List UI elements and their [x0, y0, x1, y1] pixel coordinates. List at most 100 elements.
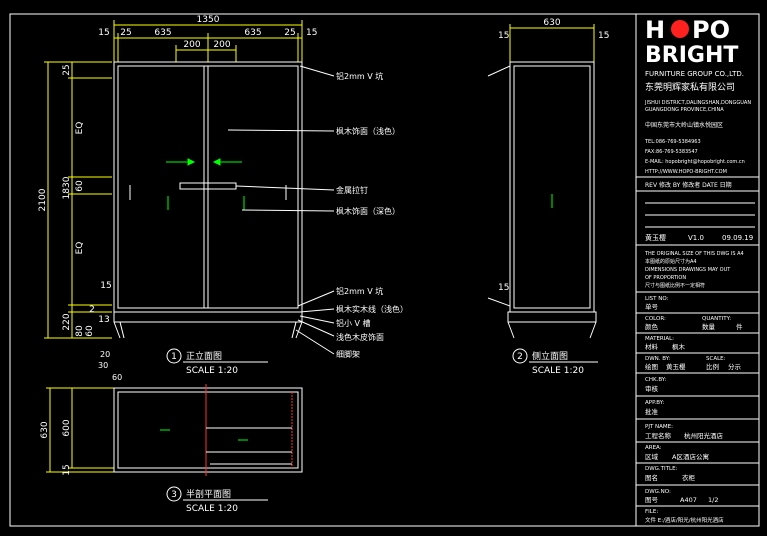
scale-label: SCALE: — [706, 356, 726, 362]
dim-60-vertical: 60 — [75, 180, 85, 192]
company-name-cn: 东莞明辉家私有限公司 — [645, 81, 735, 93]
callout-maple-dark: 枫木饰面（深色） — [336, 206, 400, 216]
company-tel: TEL:086-769-5384963 — [644, 139, 701, 145]
dim-80-vertical: 80 — [75, 325, 85, 337]
dim-25-left: 25 — [120, 28, 131, 38]
callout-solid-trim: 枫木实木线（浅色） — [336, 304, 408, 314]
side-dim-15-bottom: 15 — [498, 283, 509, 293]
color-label: COLOR: — [645, 316, 666, 322]
address-cn: 中国东莞市大岭山镇水悦园区 — [645, 121, 723, 129]
checked-by-label: CHK.BY: — [645, 377, 666, 383]
drawing-title-label: DWG.TITLE: — [645, 466, 678, 472]
original-size-4: OF PROPORTION — [645, 275, 686, 281]
callout-maple-light: 枫木饰面（浅色） — [336, 126, 400, 136]
view-number-3: 3 — [171, 490, 177, 500]
side-dim-15-left: 15 — [498, 31, 509, 41]
side-view-scale: SCALE 1:20 — [532, 366, 584, 376]
scale-value: 分示 — [728, 362, 742, 371]
revision-date: 09.09.19 — [722, 234, 753, 242]
revision-person: 黄玉樱 — [645, 233, 666, 242]
callout-veneer: 浅色木皮饰面 — [336, 332, 384, 342]
logo-text-h: H — [645, 16, 665, 44]
quantity-label: QUANTITY: — [702, 316, 731, 322]
drawing-no-cn: 图号 — [645, 496, 659, 504]
material-cn: 材料 — [645, 342, 659, 351]
dim-60b-vertical: 60 — [85, 325, 95, 337]
address-en-1: JISHUI DISTRICT,DALINGSHAN,DONGGUAN — [644, 100, 751, 106]
original-size-5: 尺寸与图纸比例不一定相符 — [645, 282, 705, 289]
callout-leg: 细脚架 — [336, 349, 360, 359]
dim-eq-upper: EQ — [75, 122, 85, 135]
side-dim-15-right: 15 — [598, 31, 609, 41]
drawing-no-label: DWG.NO: — [645, 489, 671, 495]
drawn-by-label: DWN. BY: — [645, 356, 670, 362]
callout-v-groove-top: 铝2mm V 坑 — [336, 71, 383, 81]
dim-eq-lower: EQ — [75, 242, 85, 255]
company-logo: H PO BRIGHT — [645, 16, 738, 68]
revision-version: V1.0 — [688, 234, 704, 242]
company-website: HTTP://WWW.HOPO-BRIGHT.COM — [645, 169, 727, 175]
dim-2-vertical: 2 — [89, 305, 95, 315]
dim-200-right: 200 — [213, 40, 230, 50]
project-cn: 工程名称 — [645, 431, 672, 440]
checked-by-cn: 审核 — [645, 384, 659, 393]
dim-15-right: 15 — [306, 28, 317, 38]
file-label: FILE: — [645, 509, 658, 515]
dim-13-vertical: 13 — [98, 315, 109, 325]
side-view-name: 侧立面图 — [532, 350, 568, 362]
dim-1830: 1830 — [62, 176, 72, 199]
dim-635-left: 635 — [154, 28, 171, 38]
drawn-by-cn: 绘图 — [645, 362, 658, 371]
callout-v-groove-bottom: 铝2mm V 坑 — [336, 286, 383, 296]
plan-dim-630-label: 630 — [40, 421, 50, 438]
company-group: FURNITURE GROUP CO.,LTD. — [645, 70, 744, 78]
file-value: 文件 E:/酒店/阳光/杭州阳光酒店 — [645, 516, 724, 524]
callout-small-v: 铝小 V 槽 — [336, 318, 371, 328]
scale-cn: 比例 — [706, 362, 719, 371]
logo-dot — [671, 20, 689, 38]
area-label: AREA: — [645, 445, 662, 451]
plan-dim-15-label: 15 — [62, 464, 72, 475]
plan-view-scale: SCALE 1:20 — [186, 504, 238, 514]
front-view-name: 正立面图 — [186, 350, 222, 362]
dim-25-vertical: 25 — [62, 64, 72, 75]
area-cn: 区域 — [645, 452, 659, 461]
company-fax: FAX:86-769-5383547 — [645, 149, 698, 155]
revision-header: REV 修改 BY 修改者 DATE 日期 — [645, 181, 732, 189]
approved-by-label: APP.BY: — [645, 400, 664, 406]
list-no-cn: 单号 — [645, 302, 659, 311]
quantity-unit: 件 — [736, 322, 743, 331]
drawing-title-cn: 图名 — [645, 473, 658, 482]
company-email: E-MAIL: hopobright@hopobright.com.cn — [645, 159, 745, 165]
original-size-1: THE ORIGINAL SIZE OF THIS DWG IS A4 — [644, 251, 744, 257]
color-cn: 颜色 — [645, 322, 659, 331]
dim-220-vertical: 220 — [62, 313, 72, 330]
callout-metal-pull: 金属拉钉 — [336, 185, 368, 195]
dim-200-left: 200 — [183, 40, 200, 50]
area-value: A区酒店公寓 — [672, 452, 709, 461]
project-label: PJT NAME: — [645, 424, 673, 430]
quantity-cn: 数量 — [702, 322, 716, 331]
side-dim-630: 630 — [543, 18, 560, 28]
address-en-2: GUANGDONG PROVINCE,CHINA — [645, 107, 724, 113]
cad-drawing-sheet: 1350 15 25 635 635 25 15 200 200 2100 18… — [0, 0, 767, 536]
dim-60-foot: 60 — [112, 373, 122, 382]
drawing-page: 1/2 — [708, 496, 718, 504]
front-view-scale: SCALE 1:20 — [186, 366, 238, 376]
view-number-1: 1 — [171, 352, 177, 362]
dim-1350: 1350 — [197, 15, 220, 25]
project-value: 杭州阳光酒店 — [684, 431, 724, 440]
logo-text-po: PO — [692, 16, 730, 44]
dim-2100: 2100 — [38, 188, 48, 211]
approved-by-cn: 批准 — [645, 407, 659, 416]
drawing-title-value: 衣柜 — [682, 473, 696, 482]
plan-dim-600-label: 600 — [62, 419, 72, 436]
dim-15-vertical: 15 — [100, 281, 111, 291]
plan-view-name: 半剖平面图 — [186, 488, 231, 500]
list-no-label: LIST NO: — [645, 296, 669, 302]
material-value: 枫木 — [672, 342, 686, 351]
original-size-3: DIMENSIONS DRAWINGS MAY OUT — [645, 267, 731, 273]
dim-25-right: 25 — [284, 28, 295, 38]
material-label: MATERIAL: — [645, 336, 674, 342]
dim-15-left: 15 — [98, 28, 109, 38]
